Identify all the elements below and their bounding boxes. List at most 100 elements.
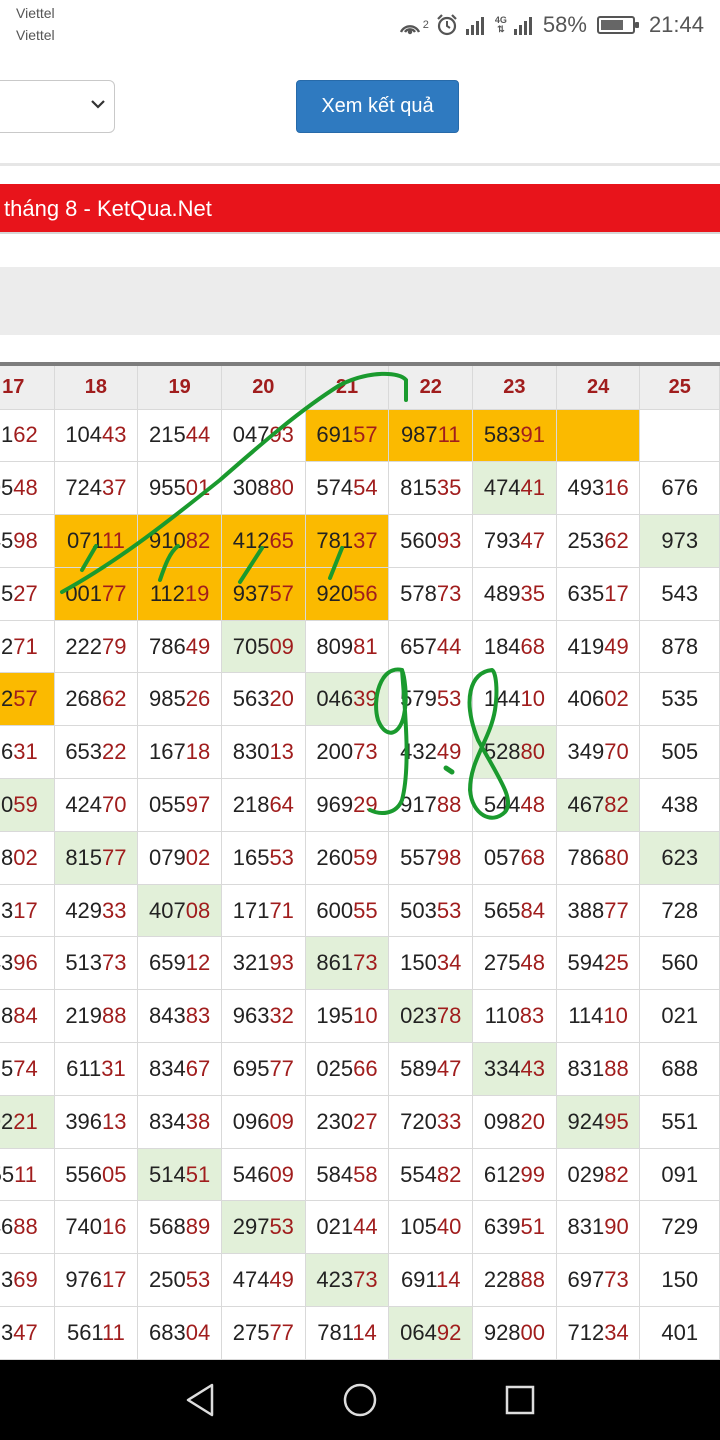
prefix-digits: 419	[567, 633, 605, 659]
last-two-digits: 67	[185, 1055, 211, 1081]
result-cell: 7059	[0, 778, 55, 832]
last-two-digits: 27	[13, 580, 38, 606]
prefix-digits: 68	[0, 844, 14, 870]
result-cell: 17171	[220, 883, 306, 938]
prefix-digits: 13	[0, 1267, 14, 1293]
result-cell: 47449	[220, 1253, 306, 1308]
result-cell: 56584	[472, 883, 557, 938]
result-cell: 401	[639, 1306, 720, 1360]
prefix-digits: 429	[65, 897, 103, 923]
result-cell: 6271	[0, 619, 55, 674]
prefix-digits: 781	[317, 1319, 353, 1345]
date-select[interactable]	[0, 80, 115, 133]
day-header-18: 18	[53, 363, 139, 410]
table-row: 1369976172505347449423736911422888697731…	[0, 1253, 720, 1308]
result-cell: 39613	[53, 1094, 139, 1149]
result-cell: 150	[639, 1253, 720, 1308]
prefix-digits: 144	[483, 686, 521, 712]
result-cell: 78680	[555, 830, 641, 885]
result-cell: 4688	[0, 1200, 55, 1255]
last-two-digits: 53	[436, 897, 462, 923]
table-row: 7884219888438396332195100237811083114100…	[0, 989, 720, 1044]
back-icon[interactable]	[178, 1378, 222, 1422]
prefix-digits: 171	[232, 897, 270, 923]
screen: Viettel Viettel 2 4G ⇅ 58% 21:44 Xem kết…	[0, 0, 720, 1440]
last-two-digits: 78	[436, 1003, 462, 1029]
last-two-digits: 51	[520, 1214, 546, 1240]
last-two-digits: 29	[353, 791, 378, 817]
view-results-button[interactable]: Xem kết quả	[296, 80, 459, 133]
prefix-digits: 928	[483, 1319, 521, 1345]
recent-apps-icon[interactable]	[498, 1378, 542, 1422]
last-two-digits: 17	[604, 580, 629, 606]
last-two-digits: 98	[13, 527, 38, 553]
hotspot-badge: 2	[422, 19, 429, 31]
result-cell: 60055	[304, 883, 390, 938]
prefix-digits: 878	[661, 633, 699, 659]
day-header-20: 20	[220, 363, 306, 410]
signal-icon-2	[513, 14, 537, 36]
results-table-wrapper: 171819202122232425 316210443215440479369…	[0, 362, 720, 1360]
result-cell: 40602	[555, 672, 641, 727]
prefix-digits: 729	[661, 1214, 699, 1240]
result-cell: 91788	[388, 778, 474, 832]
result-cell: 65322	[53, 725, 139, 780]
prefix-digits: 712	[567, 1319, 605, 1345]
prefix-digits: 78	[0, 1003, 14, 1029]
result-cell: 98711	[388, 408, 474, 463]
prefix-digits: 937	[232, 580, 270, 606]
result-cell: 92495	[555, 1094, 641, 1149]
last-two-digits: 73	[353, 1267, 378, 1293]
last-two-digits: 91	[520, 422, 546, 448]
chevron-down-icon	[90, 96, 106, 117]
prefix-digits: 388	[567, 897, 605, 923]
last-two-digits: 82	[185, 527, 211, 553]
result-cell: 6802	[0, 830, 55, 885]
result-cell: 55605	[53, 1147, 139, 1202]
last-two-digits: 51	[185, 1161, 211, 1187]
result-cell: 18468	[472, 619, 557, 674]
prefix-digits: 02	[0, 1108, 14, 1134]
last-two-digits: 11	[437, 422, 461, 448]
result-cell: 34970	[555, 725, 641, 780]
prefix-digits: 071	[66, 527, 103, 553]
prefix-digits: 544	[483, 791, 521, 817]
prefix-digits: 815	[65, 844, 103, 870]
result-cell: 11219	[137, 566, 222, 621]
result-cell: 57953	[388, 672, 474, 727]
result-cell: 65912	[137, 936, 222, 991]
result-cell: 69773	[555, 1253, 641, 1308]
last-two-digits: 82	[436, 1161, 462, 1187]
last-two-digits: 64	[269, 791, 294, 817]
last-two-digits: 90	[604, 1214, 629, 1240]
last-two-digits: 53	[436, 686, 462, 712]
prefix-digits: 513	[65, 950, 103, 976]
prefix-digits: 401	[661, 1319, 699, 1345]
prefix-digits: 467	[567, 791, 605, 817]
result-cell: 22279	[53, 619, 139, 674]
prefix-digits: 657	[400, 633, 437, 659]
last-two-digits: 37	[102, 475, 127, 501]
result-cell: 26862	[53, 672, 139, 727]
prefix-digits: 104	[65, 422, 103, 448]
last-two-digits: 12	[185, 950, 211, 976]
result-cell: 19510	[304, 989, 390, 1044]
result-cell: 48935	[472, 566, 557, 621]
last-two-digits: 14	[436, 1267, 461, 1293]
result-cell: 3257	[0, 672, 55, 727]
last-two-digits: 83	[185, 1003, 211, 1029]
last-two-digits: 17	[102, 1267, 127, 1293]
prefix-digits: 36	[0, 739, 14, 765]
last-two-digits: 10	[353, 1003, 378, 1029]
last-two-digits: 49	[185, 633, 211, 659]
result-cell: 81577	[53, 830, 139, 885]
last-two-digits: 66	[353, 1055, 378, 1081]
last-two-digits: 77	[269, 1319, 294, 1345]
home-icon[interactable]	[338, 1378, 382, 1422]
last-two-digits: 43	[520, 1055, 546, 1081]
result-cell: 47441	[472, 461, 557, 516]
result-cell: 973	[639, 514, 720, 568]
prefix-digits: 546	[232, 1161, 270, 1187]
prefix-digits: 215	[149, 422, 186, 448]
result-cell: 06492	[388, 1306, 474, 1360]
